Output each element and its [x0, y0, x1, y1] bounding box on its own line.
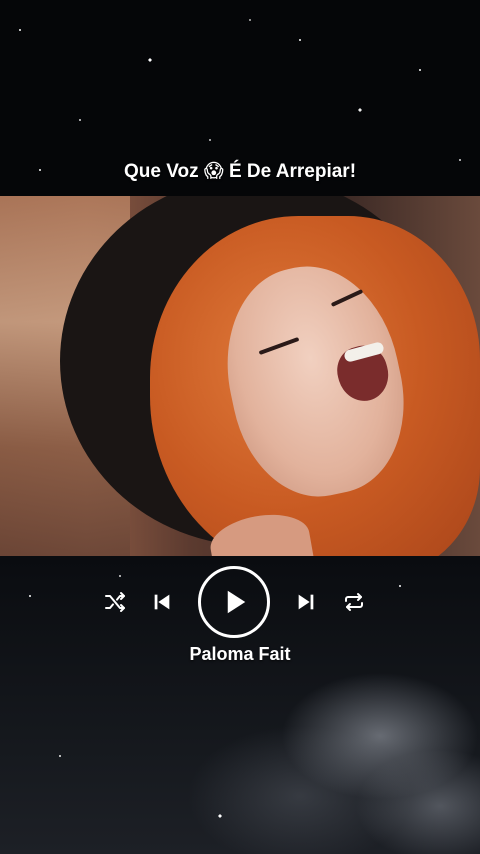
- video-frame[interactable]: [0, 196, 480, 556]
- caption-text-before: Que Voz: [123, 161, 199, 182]
- previous-button[interactable]: [148, 588, 176, 616]
- repeat-icon: [345, 593, 363, 611]
- shuffle-button[interactable]: [101, 588, 129, 616]
- repeat-button[interactable]: [340, 588, 368, 616]
- video-caption: Que Voz 😱 É De Arrepiar!: [0, 160, 480, 183]
- caption-text-after: É De Arrepiar!: [228, 161, 357, 182]
- shuffle-icon: [105, 592, 125, 612]
- skip-previous-icon: [154, 594, 170, 610]
- next-button[interactable]: [292, 588, 320, 616]
- skip-next-icon: [298, 594, 314, 610]
- play-icon: [227, 590, 246, 614]
- artist-name: Paloma Fait: [189, 644, 291, 664]
- player-controls: [0, 566, 480, 638]
- play-button[interactable]: [198, 566, 270, 638]
- scream-emoji: 😱: [203, 161, 224, 182]
